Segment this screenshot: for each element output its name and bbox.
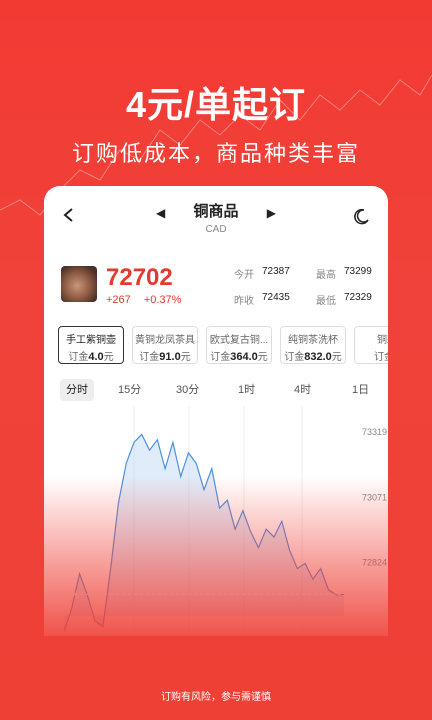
change-value: +267 <box>106 294 131 306</box>
current-price-label: 72702 <box>360 589 385 599</box>
top-bar: ◀ 铜商品 CAD ▶ <box>44 186 388 246</box>
page-subtitle: CAD <box>205 224 227 235</box>
tab-15min[interactable]: 15分 <box>118 379 141 401</box>
stat-label: 最高 <box>316 270 336 281</box>
change-percent: +0.37% <box>143 294 182 306</box>
product-list: 手工紫铜壶 订金4.0元 黄铜龙凤茶具 订金91.0元 欧式复古铜... 订金3… <box>58 326 388 366</box>
tab-1day[interactable]: 1日 <box>352 379 369 401</box>
back-icon[interactable] <box>62 208 76 222</box>
stat-value: 72329 <box>344 292 372 303</box>
price-chart[interactable]: 73319 73071 72824 +0.37% 72702 <box>44 406 388 636</box>
product-name: 铜彩 <box>377 335 388 346</box>
product-item[interactable]: 手工紫铜壶 订金4.0元 <box>58 326 124 364</box>
stat-value: 73299 <box>344 266 372 277</box>
quote-stats: 今开 72387 最高 73299 昨收 72435 最低 72329 <box>234 266 384 318</box>
timeframe-tabs: 分时 15分 30分 1时 4时 1日 <box>44 379 388 401</box>
promo-subline: 订购低成本，商品种类丰富 <box>71 141 360 166</box>
quote-panel: 72702 +267 +0.37% 今开 72387 最高 73299 昨收 7… <box>44 264 388 316</box>
tab-4hour[interactable]: 4时 <box>294 379 311 401</box>
y-tick-label: 73319 <box>362 427 387 437</box>
current-price: 72702 <box>106 264 173 291</box>
y-tick-label: 73071 <box>362 492 387 502</box>
night-mode-icon[interactable] <box>352 208 370 226</box>
stat-label: 昨收 <box>234 296 254 307</box>
price-change: +267 +0.37% <box>106 294 191 306</box>
stat-value: 72435 <box>262 292 290 303</box>
product-item[interactable]: 纯铜茶洗杯 订金832.0元 <box>280 326 346 364</box>
stat-label: 今开 <box>234 270 254 281</box>
next-commodity-icon[interactable]: ▶ <box>267 206 276 220</box>
title-switcher: ◀ 铜商品 CAD ▶ <box>156 200 276 235</box>
product-item[interactable]: 铜彩 订金4 <box>354 326 388 364</box>
product-name: 手工紫铜壶 <box>66 335 116 346</box>
risk-disclaimer: 订购有风险，参与需谨慎 <box>161 692 271 703</box>
product-deposit: 订金832.0元 <box>284 351 342 363</box>
product-deposit: 订金91.0元 <box>139 351 191 363</box>
tab-1hour[interactable]: 1时 <box>238 379 255 401</box>
product-name: 欧式复古铜... <box>209 335 269 346</box>
tab-timeshare[interactable]: 分时 <box>60 379 94 401</box>
product-name: 纯铜茶洗杯 <box>288 335 338 346</box>
current-change-label: +0.37% <box>48 589 79 599</box>
prev-commodity-icon[interactable]: ◀ <box>156 206 165 220</box>
tab-30min[interactable]: 30分 <box>176 379 199 401</box>
page-title: 铜商品 <box>193 203 239 220</box>
promo-headline: 4元/单起订 <box>125 84 307 125</box>
app-preview-card: ◀ 铜商品 CAD ▶ 72702 +267 +0.37% 今开 72387 最… <box>44 186 388 636</box>
stat-value: 72387 <box>262 266 290 277</box>
stat-label: 最低 <box>316 296 336 307</box>
product-deposit: 订金364.0元 <box>210 351 268 363</box>
product-item[interactable]: 黄铜龙凤茶具 订金91.0元 <box>132 326 198 364</box>
product-thumbnail <box>61 266 97 302</box>
product-deposit: 订金4.0元 <box>68 351 114 363</box>
product-name: 黄铜龙凤茶具 <box>135 335 195 346</box>
product-item[interactable]: 欧式复古铜... 订金364.0元 <box>206 326 272 364</box>
product-deposit: 订金4 <box>373 352 388 363</box>
y-tick-label: 72824 <box>362 557 387 567</box>
